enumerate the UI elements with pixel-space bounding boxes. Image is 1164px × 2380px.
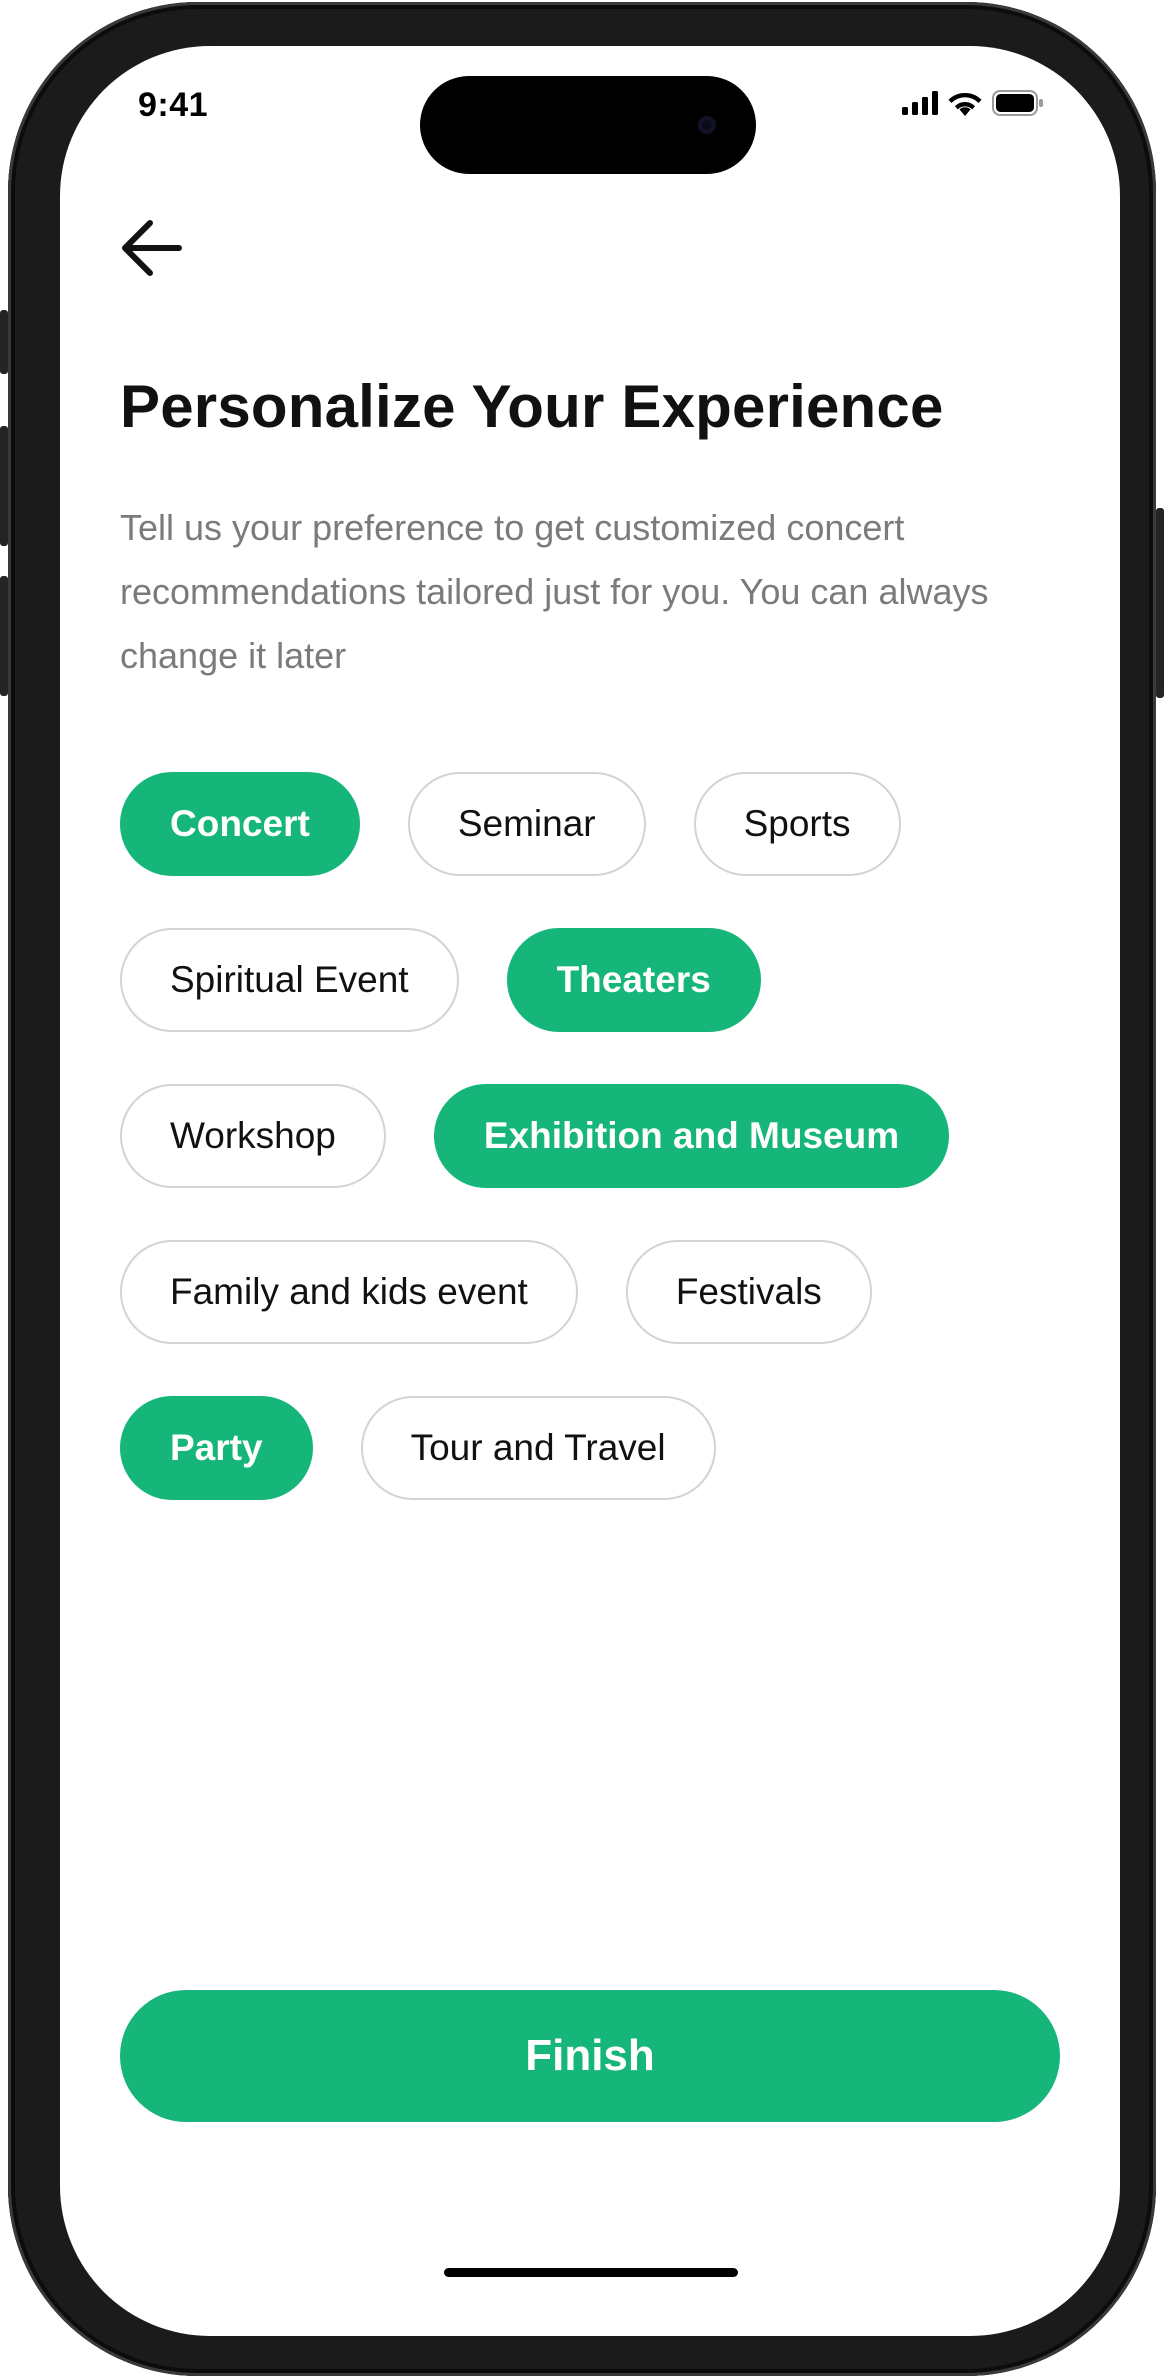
action-button <box>0 310 8 374</box>
dynamic-island <box>420 76 756 174</box>
home-indicator <box>444 2268 738 2277</box>
chip-tour-and-travel[interactable]: Tour and Travel <box>360 1396 716 1500</box>
chip-row: Party Tour and Travel <box>120 1396 1080 1500</box>
volume-up-button <box>0 426 8 546</box>
chip-concert[interactable]: Concert <box>120 772 360 876</box>
chip-festivals[interactable]: Festivals <box>625 1240 872 1344</box>
chip-spiritual-event[interactable]: Spiritual Event <box>120 928 459 1032</box>
chip-sports[interactable]: Sports <box>693 772 901 876</box>
front-camera <box>698 116 716 134</box>
power-button <box>1156 508 1164 698</box>
chip-row: Family and kids event Festivals <box>120 1240 1080 1344</box>
page-title: Personalize Your Experience <box>120 373 944 440</box>
app-screen: 9:41 Personalize Your Experience Tell us… <box>60 46 1120 2336</box>
chip-party[interactable]: Party <box>120 1396 313 1500</box>
cellular-signal-icon <box>902 91 938 120</box>
chip-row: Concert Seminar Sports <box>120 772 1080 876</box>
phone-frame: 9:41 Personalize Your Experience Tell us… <box>0 2 1164 2376</box>
chip-row: Workshop Exhibition and Museum <box>120 1084 1080 1188</box>
back-button[interactable] <box>116 214 188 286</box>
battery-icon <box>992 90 1044 121</box>
arrow-left-icon <box>119 217 185 284</box>
chip-workshop[interactable]: Workshop <box>120 1084 386 1188</box>
chip-row: Spiritual Event Theaters <box>120 928 1080 1032</box>
chip-exhibition-and-museum[interactable]: Exhibition and Museum <box>433 1084 950 1188</box>
page-description: Tell us your preference to get customize… <box>120 507 989 676</box>
chip-family-and-kids-event[interactable]: Family and kids event <box>120 1240 578 1344</box>
chip-seminar[interactable]: Seminar <box>407 772 646 876</box>
volume-down-button <box>0 576 8 696</box>
wifi-icon <box>948 90 982 121</box>
finish-button[interactable]: Finish <box>120 1990 1060 2122</box>
category-chip-list: Concert Seminar Sports Spiritual Event T… <box>120 772 1080 1552</box>
chip-theaters[interactable]: Theaters <box>506 928 761 1032</box>
status-icons <box>902 90 1044 121</box>
status-time: 9:41 <box>138 86 209 124</box>
